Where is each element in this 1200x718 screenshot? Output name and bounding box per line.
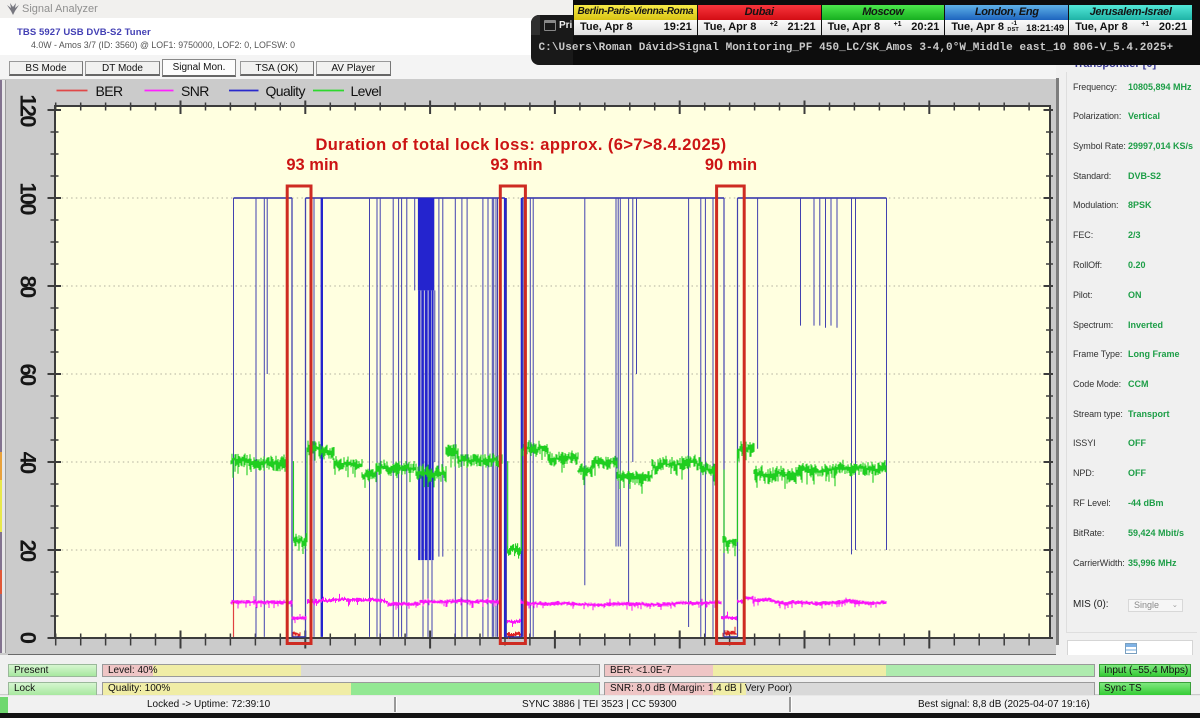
svg-text:60: 60 [16,364,41,386]
svg-text:90 min: 90 min [705,156,757,174]
svg-text:SNR: SNR [181,83,209,99]
svg-text:100: 100 [16,182,41,215]
svg-text:BER: BER [96,83,123,99]
svg-text:80: 80 [16,276,41,298]
svg-text:0: 0 [16,632,41,644]
svg-text:Quality: Quality [266,83,306,99]
svg-text:120: 120 [16,94,41,127]
svg-text:93 min: 93 min [490,156,542,174]
svg-text:Duration of total lock loss: a: Duration of total lock loss: approx. (6>… [315,136,726,154]
svg-text:93 min: 93 min [286,156,338,174]
svg-text:20: 20 [16,540,41,562]
svg-text:Level: Level [351,83,382,99]
svg-text:40: 40 [16,452,41,474]
